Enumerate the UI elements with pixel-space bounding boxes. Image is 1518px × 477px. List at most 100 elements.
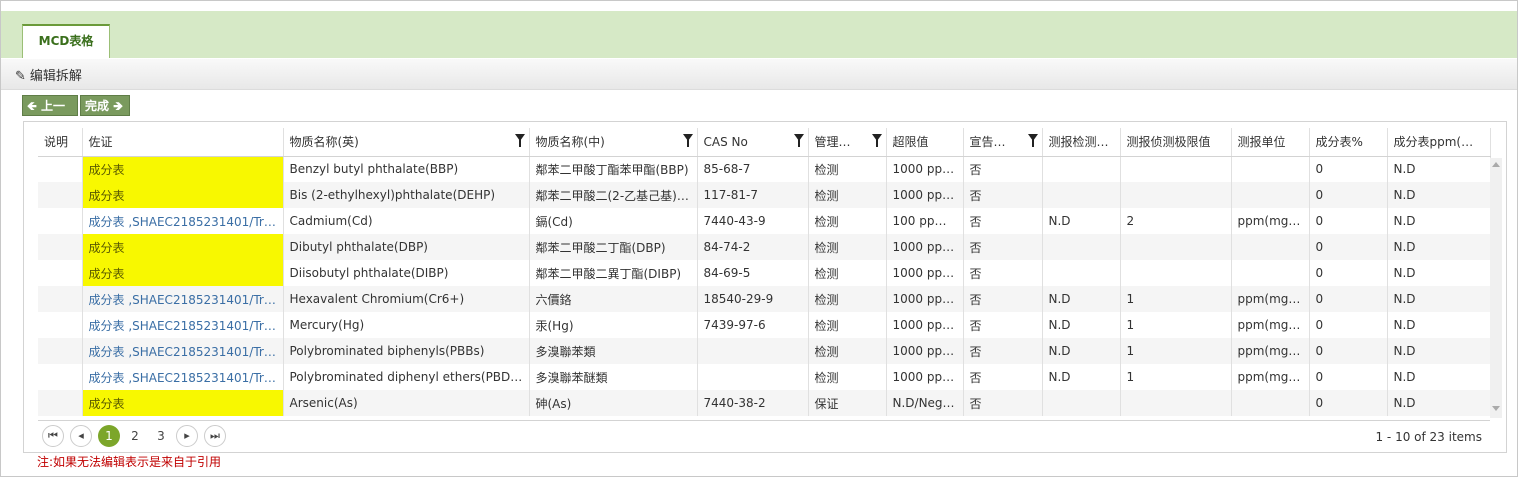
next-page-icon[interactable]: ▸ <box>176 425 198 447</box>
cell-pct: 0 <box>1309 364 1388 390</box>
cell-unit: ppm(mg/kg) <box>1231 312 1310 338</box>
scroll-down-icon[interactable] <box>1492 406 1500 411</box>
cell-pct: 0 <box>1309 208 1388 234</box>
scroll-up-icon[interactable] <box>1492 162 1500 167</box>
cell-declare: 否 <box>963 182 1043 208</box>
column-header[interactable]: 说明 <box>38 128 83 157</box>
cell-ppm: N.D <box>1387 208 1491 234</box>
cell-ldl <box>1120 390 1232 416</box>
cell-detect <box>1042 260 1121 286</box>
column-header[interactable]: 测报检测… <box>1042 128 1121 157</box>
column-header[interactable]: 物质名称(中) <box>529 128 698 157</box>
cell-cn: 六價鉻 <box>529 286 698 312</box>
filter-icon[interactable] <box>1027 134 1038 147</box>
column-header-label: 测报侦测极限值 <box>1126 135 1211 150</box>
column-header[interactable]: 宣告… <box>963 128 1043 157</box>
table-row[interactable]: 成分表 Bis (2-ethylhexyl)phthalate(DEHP) 鄰苯二甲… <box>38 182 1491 208</box>
column-header[interactable]: 佐证 <box>82 128 284 157</box>
pager-info: 1 - 10 of 23 items <box>1375 430 1482 444</box>
mcd-window: MCD表格 ✎编辑拆解 🡸 上一步 完成 🡺 说明 佐证 物质名称(英) 物质名称(中… <box>0 0 1518 477</box>
filter-icon[interactable] <box>514 134 525 147</box>
edit-icon: ✎ <box>15 69 26 84</box>
cell-detect: N.D <box>1042 208 1121 234</box>
cell-cn: 鎘(Cd) <box>529 208 698 234</box>
cell-mgmt: 检测 <box>808 182 887 208</box>
cell-cert[interactable]: 成分表 <box>82 156 284 182</box>
cell-pct: 0 <box>1309 260 1388 286</box>
table-row[interactable]: 成分表 ,SHAEC2185231401/Tra… Mercury(Hg) 汞(Hg… <box>38 312 1491 338</box>
page-2-button[interactable]: 2 <box>124 425 146 447</box>
table-row[interactable]: 成分表 ,SHAEC2185231401/Tra… Polybrominated … <box>38 338 1491 364</box>
cell-ldl: 1 <box>1120 286 1232 312</box>
cell-mgmt: 检测 <box>808 312 887 338</box>
filter-icon[interactable] <box>682 134 693 147</box>
cell-detect: N.D <box>1042 286 1121 312</box>
cell-cert[interactable]: 成分表 <box>82 182 284 208</box>
table-row[interactable]: 成分表 Arsenic(As) 砷(As) 7440-38-2 保证 N.D/Neg… 否 0… <box>38 390 1491 416</box>
cell-note <box>38 208 83 234</box>
column-header-label: 成分表ppm(m… <box>1393 135 1485 150</box>
filter-icon[interactable] <box>793 134 804 147</box>
cell-ldl: 1 <box>1120 312 1232 338</box>
table-row[interactable]: 成分表 Diisobutyl phthalate(DIBP) 鄰苯二甲酸二異丁酯(D… <box>38 260 1491 286</box>
first-page-icon[interactable]: ⏮ <box>42 425 64 447</box>
prev-page-icon[interactable]: ◂ <box>70 425 92 447</box>
table-row[interactable]: 成分表 ,SHAEC2185231401/Tra… Cadmium(Cd) 鎘(Cd… <box>38 208 1491 234</box>
cell-cert[interactable]: 成分表 <box>82 260 284 286</box>
cell-cert[interactable]: 成分表 ,SHAEC2185231401/Tra… <box>82 338 284 364</box>
cell-detect: N.D <box>1042 312 1121 338</box>
cell-pct: 0 <box>1309 182 1388 208</box>
done-label: 完成 <box>85 99 110 113</box>
column-header[interactable]: 管理… <box>808 128 887 157</box>
edit-toolbar: ✎ 编辑拆解 <box>1 59 1517 90</box>
cell-note <box>38 182 83 208</box>
column-header[interactable]: 物质名称(英) <box>283 128 530 157</box>
column-header[interactable]: 成分表ppm(m… <box>1387 128 1491 157</box>
cell-cas: 84-74-2 <box>697 234 809 260</box>
cell-cert[interactable]: 成分表 ,SHAEC2185231401/Tra… <box>82 208 284 234</box>
cell-cert[interactable]: 成分表 ,SHAEC2185231401/Tra… <box>82 312 284 338</box>
cell-cn: 鄰苯二甲酸二(2-乙基己基)… <box>529 182 698 208</box>
mcd-grid: 说明 佐证 物质名称(英) 物质名称(中) CAS No 管理… 超限值 宣告… 测报检测… 测报… <box>23 121 1507 453</box>
tab-mcd[interactable]: MCD表格 <box>22 24 110 58</box>
column-header[interactable]: 超限值 <box>886 128 964 157</box>
cell-note <box>38 312 83 338</box>
cell-cert[interactable]: 成分表 <box>82 390 284 416</box>
cell-ldl: 1 <box>1120 364 1232 390</box>
cell-cn: 鄰苯二甲酸二丁酯(DBP) <box>529 234 698 260</box>
page-3-button[interactable]: 3 <box>150 425 172 447</box>
column-header-label: 说明 <box>44 135 69 150</box>
cell-cas: 18540-29-9 <box>697 286 809 312</box>
done-button[interactable]: 完成 🡺 <box>80 95 130 116</box>
cell-en: Polybrominated diphenyl ethers(PBDEs) <box>283 364 530 390</box>
cell-limit: 1000 pp… <box>886 364 964 390</box>
column-header[interactable]: 成分表% <box>1309 128 1388 157</box>
edit-disassembly-button[interactable]: ✎ 编辑拆解 <box>15 65 82 84</box>
cell-detect: N.D <box>1042 338 1121 364</box>
edit-label: 编辑拆解 <box>29 69 82 84</box>
cell-mgmt: 检测 <box>808 286 887 312</box>
table-row[interactable]: 成分表 ,SHAEC2185231401/Tra… Hexavalent Chro… <box>38 286 1491 312</box>
prev-step-button[interactable]: 🡸 上一步 <box>22 95 78 134</box>
cell-ppm: N.D <box>1387 338 1491 364</box>
cell-cert[interactable]: 成分表 ,SHAEC2185231401/Tra… <box>82 364 284 390</box>
column-header[interactable]: 测报侦测极限值 <box>1120 128 1232 157</box>
cell-ppm: N.D <box>1387 234 1491 260</box>
tab-bar: MCD表格 <box>1 11 1517 58</box>
cell-detect <box>1042 234 1121 260</box>
column-header[interactable]: CAS No <box>697 128 809 157</box>
cell-en: Hexavalent Chromium(Cr6+) <box>283 286 530 312</box>
cell-cert[interactable]: 成分表 ,SHAEC2185231401/Tra… <box>82 286 284 312</box>
cell-cert[interactable]: 成分表 <box>82 234 284 260</box>
column-header[interactable]: 测报单位 <box>1231 128 1310 157</box>
table-row[interactable]: 成分表 Benzyl butyl phthalate(BBP) 鄰苯二甲酸丁酯苯甲酯… <box>38 156 1491 182</box>
table-row[interactable]: 成分表 ,SHAEC2185231401/Tra… Polybrominated … <box>38 364 1491 390</box>
cell-note <box>38 338 83 364</box>
cell-pct: 0 <box>1309 312 1388 338</box>
cell-mgmt: 检测 <box>808 156 887 182</box>
page-1-button[interactable]: 1 <box>98 425 120 447</box>
last-page-icon[interactable]: ⏭ <box>204 425 226 447</box>
vertical-scrollbar[interactable] <box>1490 158 1502 418</box>
filter-icon[interactable] <box>871 134 882 147</box>
table-row[interactable]: 成分表 Dibutyl phthalate(DBP) 鄰苯二甲酸二丁酯(DBP) 84… <box>38 234 1491 260</box>
